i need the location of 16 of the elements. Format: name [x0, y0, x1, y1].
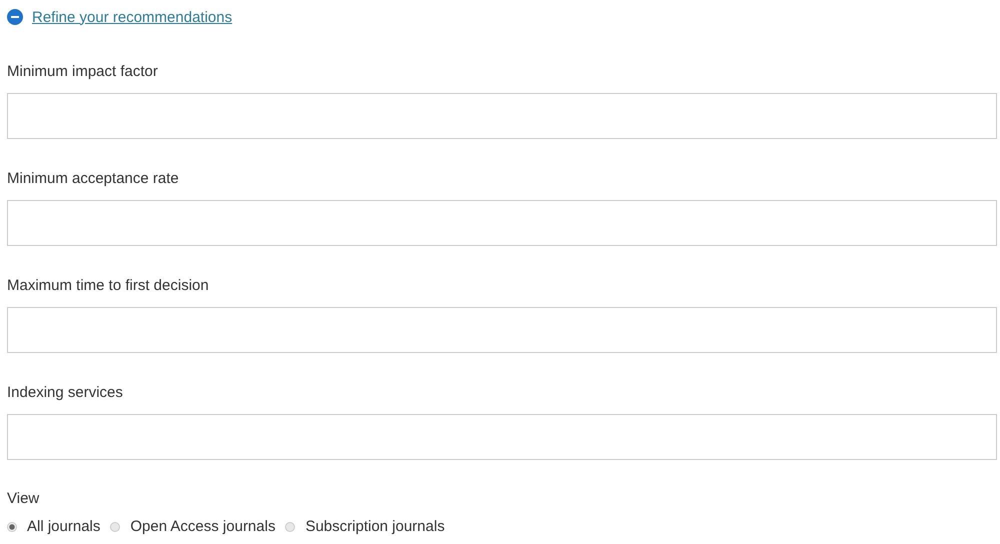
- radio-button[interactable]: [7, 522, 17, 532]
- field-label: Minimum impact factor: [7, 63, 159, 81]
- radio-button[interactable]: [110, 522, 120, 532]
- input-field[interactable]: [7, 93, 997, 139]
- radio-button[interactable]: [285, 522, 296, 532]
- option-label: All journals: [27, 518, 100, 536]
- refine-link[interactable]: Refine your recommendations: [32, 8, 232, 26]
- view-label: View: [7, 490, 40, 508]
- input-field[interactable]: [7, 200, 997, 246]
- field-label: Maximum time to first decision: [7, 277, 210, 295]
- collapse-icon[interactable]: [7, 9, 23, 25]
- input-field[interactable]: [7, 414, 997, 460]
- field-label: Minimum acceptance rate: [7, 170, 180, 188]
- radio-option[interactable]: All journals: [7, 518, 100, 536]
- field-label: Indexing services: [7, 384, 124, 402]
- input-field[interactable]: [7, 307, 997, 353]
